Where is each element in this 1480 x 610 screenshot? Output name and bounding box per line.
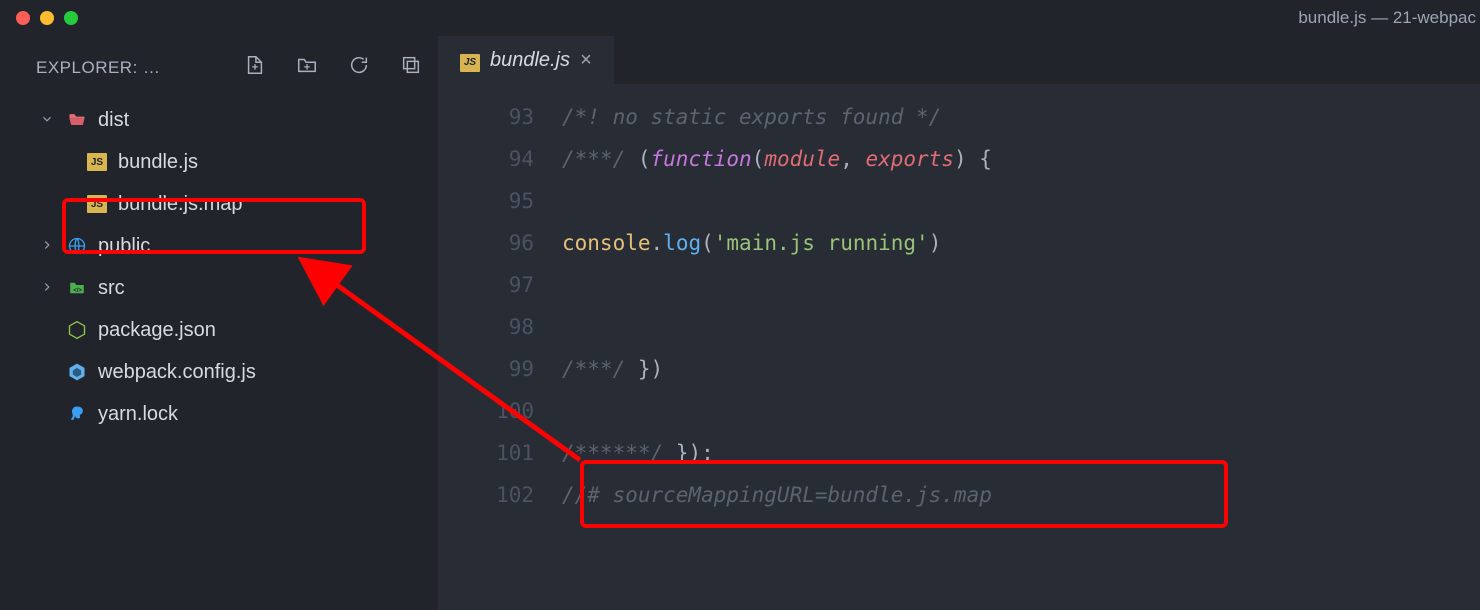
tree-folder-dist[interactable]: dist (0, 99, 438, 141)
tree-label: webpack.config.js (98, 361, 256, 384)
refresh-icon[interactable] (348, 54, 370, 81)
tree-label: yarn.lock (98, 403, 178, 426)
folder-open-icon (66, 110, 88, 130)
code-editor[interactable]: 93 /*! no static exports found */ 94 /**… (438, 84, 1480, 610)
tree-label: dist (98, 109, 129, 132)
explorer-sidebar: EXPLORER: … (0, 36, 438, 610)
titlebar: bundle.js — 21-webpac (0, 0, 1480, 36)
window-title: bundle.js — 21-webpac (1298, 8, 1480, 28)
line-number: 94 (438, 138, 562, 180)
tree-file-package-json[interactable]: package.json (0, 309, 438, 351)
tab-label: bundle.js (490, 49, 570, 72)
chevron-right-icon (40, 277, 56, 300)
line-number: 97 (438, 264, 562, 306)
node-icon (66, 320, 88, 340)
code-line: /***/ }) (562, 348, 663, 390)
close-window-button[interactable] (16, 11, 30, 25)
code-line: //# sourceMappingURL=bundle.js.map (562, 474, 992, 516)
tab-bundle-js[interactable]: JS bundle.js × (438, 36, 614, 84)
editor-area: JS bundle.js × 93 /*! no static exports … (438, 36, 1480, 610)
code-line: console.log('main.js running') (562, 222, 941, 264)
window-controls (16, 11, 78, 25)
js-file-icon: JS (86, 195, 108, 213)
line-number: 98 (438, 306, 562, 348)
tree-folder-src[interactable]: </> src (0, 267, 438, 309)
chevron-right-icon (40, 235, 56, 258)
tree-label: bundle.js (118, 151, 198, 174)
maximize-window-button[interactable] (64, 11, 78, 25)
tree-file-yarn-lock[interactable]: yarn.lock (0, 393, 438, 435)
line-number: 93 (438, 96, 562, 138)
line-number: 102 (438, 474, 562, 516)
line-number: 100 (438, 390, 562, 432)
line-number: 99 (438, 348, 562, 390)
globe-icon (66, 236, 88, 256)
webpack-icon (66, 362, 88, 382)
explorer-title: EXPLORER: … (36, 58, 161, 78)
line-number: 101 (438, 432, 562, 474)
tree-label: bundle.js.map (118, 193, 243, 216)
file-tree: dist JS bundle.js JS bundle.js.map publi… (0, 99, 438, 435)
tree-label: src (98, 277, 125, 300)
svg-text:</>: </> (73, 288, 82, 294)
tree-file-bundle-js-map[interactable]: JS bundle.js.map (0, 183, 438, 225)
tree-label: package.json (98, 319, 216, 342)
tree-folder-public[interactable]: public (0, 225, 438, 267)
minimize-window-button[interactable] (40, 11, 54, 25)
yarn-icon (66, 404, 88, 424)
tree-file-bundle-js[interactable]: JS bundle.js (0, 141, 438, 183)
new-file-icon[interactable] (244, 54, 266, 81)
js-file-icon: JS (460, 48, 480, 72)
line-number: 96 (438, 222, 562, 264)
code-folder-icon: </> (66, 279, 88, 297)
new-folder-icon[interactable] (296, 54, 318, 81)
collapse-all-icon[interactable] (400, 54, 422, 81)
tree-file-webpack-config[interactable]: webpack.config.js (0, 351, 438, 393)
close-tab-icon[interactable]: × (580, 49, 592, 72)
editor-tabs: JS bundle.js × (438, 36, 1480, 84)
tree-label: public (98, 235, 150, 258)
js-file-icon: JS (86, 153, 108, 171)
line-number: 95 (438, 180, 562, 222)
code-line: /*! no static exports found */ (562, 96, 941, 138)
code-line: /******/ }); (562, 432, 714, 474)
code-line: /***/ (function(module, exports) { (562, 138, 992, 180)
chevron-down-icon (40, 109, 56, 132)
